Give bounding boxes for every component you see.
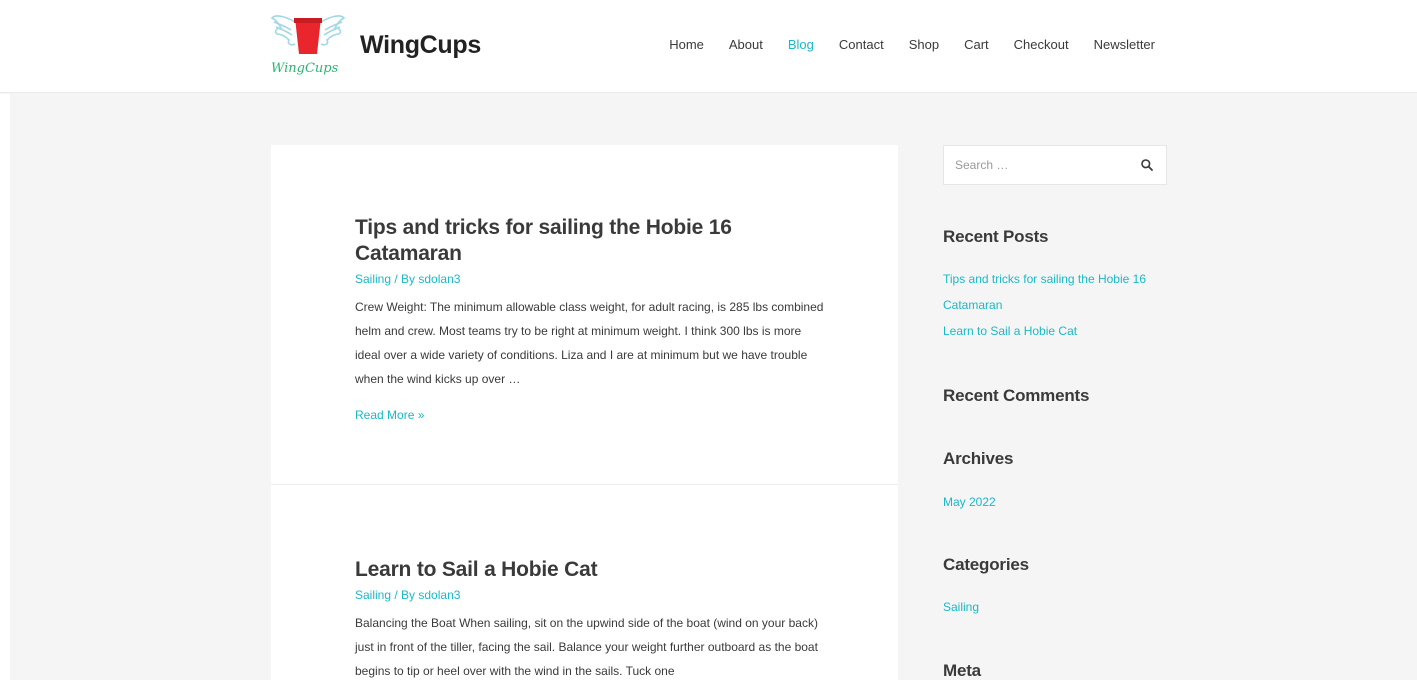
site-header: WingCups WingCups Home About Blog Contac… (0, 0, 1417, 93)
search-form (943, 145, 1167, 185)
meta-title: Meta (943, 661, 981, 680)
categories-list: Sailing (943, 594, 979, 620)
post-title[interactable]: Tips and tricks for sailing the Hobie 16… (355, 215, 825, 267)
post-meta-separator: / By (391, 588, 419, 602)
sidebar: Recent Posts Tips and tricks for sailing… (943, 145, 1167, 680)
post-meta-separator: / By (391, 272, 419, 286)
post-divider (271, 484, 898, 485)
post-category-link[interactable]: Sailing (355, 272, 391, 286)
nav-item-home[interactable]: Home (669, 37, 704, 52)
post-category-link[interactable]: Sailing (355, 588, 391, 602)
recent-post-link[interactable]: Learn to Sail a Hobie Cat (943, 324, 1077, 338)
post-card: Tips and tricks for sailing the Hobie 16… (355, 215, 825, 424)
search-input[interactable] (944, 146, 1134, 184)
list-item: May 2022 (943, 489, 996, 515)
read-more-link[interactable]: Read More » (355, 408, 424, 422)
nav-item-newsletter[interactable]: Newsletter (1094, 37, 1155, 52)
wingcups-logo[interactable]: WingCups (271, 10, 345, 88)
list-item: Tips and tricks for sailing the Hobie 16… (943, 266, 1167, 318)
nav-item-blog[interactable]: Blog (788, 37, 814, 52)
recent-posts-title: Recent Posts (943, 227, 1049, 246)
archives-title: Archives (943, 449, 1014, 468)
list-item: Learn to Sail a Hobie Cat (943, 318, 1167, 344)
categories-title: Categories (943, 555, 1029, 574)
post-card: Learn to Sail a Hobie Cat Sailing / By s… (355, 557, 825, 680)
post-meta: Sailing / By sdolan3 (355, 587, 825, 603)
post-meta: Sailing / By sdolan3 (355, 271, 825, 287)
post-excerpt: Crew Weight: The minimum allowable class… (355, 300, 824, 386)
site-title[interactable]: WingCups (360, 31, 481, 60)
main-nav: Home About Blog Contact Shop Cart Checko… (669, 37, 1155, 52)
nav-item-cart[interactable]: Cart (964, 37, 989, 52)
posts-container: Tips and tricks for sailing the Hobie 16… (271, 145, 898, 680)
nav-item-about[interactable]: About (729, 37, 763, 52)
search-icon[interactable] (1140, 158, 1154, 172)
post-title[interactable]: Learn to Sail a Hobie Cat (355, 557, 825, 583)
list-item: Sailing (943, 594, 979, 620)
post-excerpt: Balancing the Boat When sailing, sit on … (355, 616, 818, 678)
recent-post-link[interactable]: Tips and tricks for sailing the Hobie 16… (943, 272, 1146, 312)
nav-item-contact[interactable]: Contact (839, 37, 884, 52)
category-link[interactable]: Sailing (943, 600, 979, 614)
svg-text:WingCups: WingCups (271, 61, 339, 76)
recent-posts-list: Tips and tricks for sailing the Hobie 16… (943, 266, 1167, 344)
recent-comments-title: Recent Comments (943, 386, 1090, 405)
post-author-link[interactable]: sdolan3 (418, 588, 460, 602)
archive-link[interactable]: May 2022 (943, 495, 996, 509)
nav-item-shop[interactable]: Shop (909, 37, 939, 52)
archives-list: May 2022 (943, 489, 996, 515)
nav-item-checkout[interactable]: Checkout (1014, 37, 1069, 52)
page-edge-strip (0, 94, 10, 680)
post-author-link[interactable]: sdolan3 (418, 272, 460, 286)
